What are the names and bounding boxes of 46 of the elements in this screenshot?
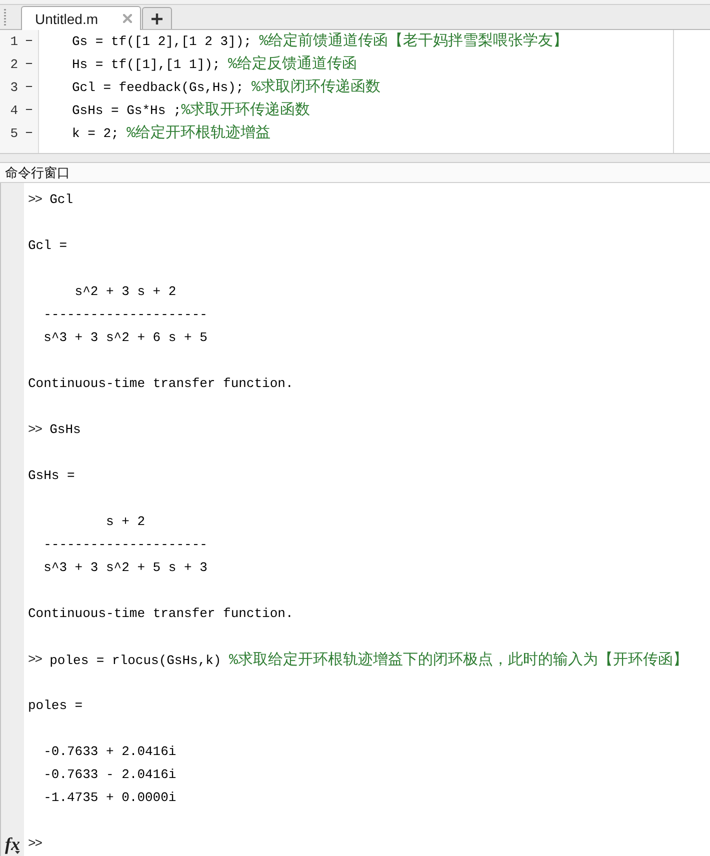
command-prompt: >> — [28, 422, 42, 437]
grip-icon — [3, 8, 7, 26]
code-line: GsHs = Gs*Hs ;%求取开环传递函数 — [72, 100, 312, 121]
panel-title: 命令行窗口 — [5, 164, 70, 182]
code-line: k = 2; %给定开环根轨迹增益 — [72, 123, 272, 144]
command-prompt: >> — [28, 652, 42, 667]
line-marker: — — [26, 82, 34, 93]
matrix-value: -1.4735 + 0.0000i — [44, 789, 176, 807]
command-line: poles = rlocus(GsHs,k) %求取给定开环根轨迹增益下的闭环极点，此时的输入为【开环传函】 — [50, 650, 688, 669]
numerator-text: s^2 + 3 s + 2 — [74, 283, 176, 301]
line-number: 5 — [9, 126, 18, 141]
close-icon — [123, 14, 132, 23]
output-text: Continuous-time transfer function. — [28, 605, 294, 623]
line-marker: — — [26, 36, 34, 47]
line-number: 1 — [9, 34, 18, 49]
code-line: Gcl = feedback(Gs,Hs); %求取闭环传递函数 — [72, 78, 382, 98]
caret-icon — [15, 851, 20, 854]
code-line: Gs = tf([1 2],[1 2 3]); %给定前馈通道传函【老干妈拌雪梨喂张学友】 — [72, 31, 568, 52]
command-prompt: >> — [28, 836, 42, 851]
output-text: GsHs = — [28, 467, 76, 485]
editor-tab[interactable]: Untitled.m — [21, 6, 141, 30]
command-line: Gcl — [50, 192, 74, 207]
command-line: GsHs — [50, 422, 81, 437]
code-line: Hs = tf([1],[1 1]); %给定反馈通道传函 — [72, 54, 358, 75]
dash-line-text: --------------------- — [44, 306, 208, 324]
matrix-value: -0.7633 + 2.0416i — [44, 743, 176, 761]
line-marker: — — [26, 128, 34, 139]
new-tab-button[interactable] — [142, 7, 172, 29]
numerator-text: s + 2 — [106, 513, 146, 531]
line-number: 4 — [9, 103, 18, 118]
denominator-text: s^3 + 3 s^2 + 5 s + 3 — [44, 559, 208, 577]
matrix-value: -0.7633 - 2.0416i — [44, 766, 176, 784]
dash-line-text: --------------------- — [44, 536, 208, 554]
line-marker: — — [26, 105, 34, 116]
plus-icon — [151, 12, 163, 24]
output-text: poles = — [28, 697, 84, 715]
line-number: 3 — [9, 80, 18, 95]
line-marker: — — [26, 59, 34, 70]
denominator-text: s^3 + 3 s^2 + 6 s + 5 — [44, 329, 208, 347]
function-browser-button[interactable]: fx — [5, 833, 20, 853]
output-text: Gcl = — [28, 237, 68, 255]
close-button[interactable] — [122, 13, 133, 24]
command-prompt: >> — [28, 192, 42, 207]
panel-splitter[interactable] — [0, 153, 710, 163]
output-text: Continuous-time transfer function. — [28, 375, 294, 393]
line-number: 2 — [9, 57, 18, 72]
